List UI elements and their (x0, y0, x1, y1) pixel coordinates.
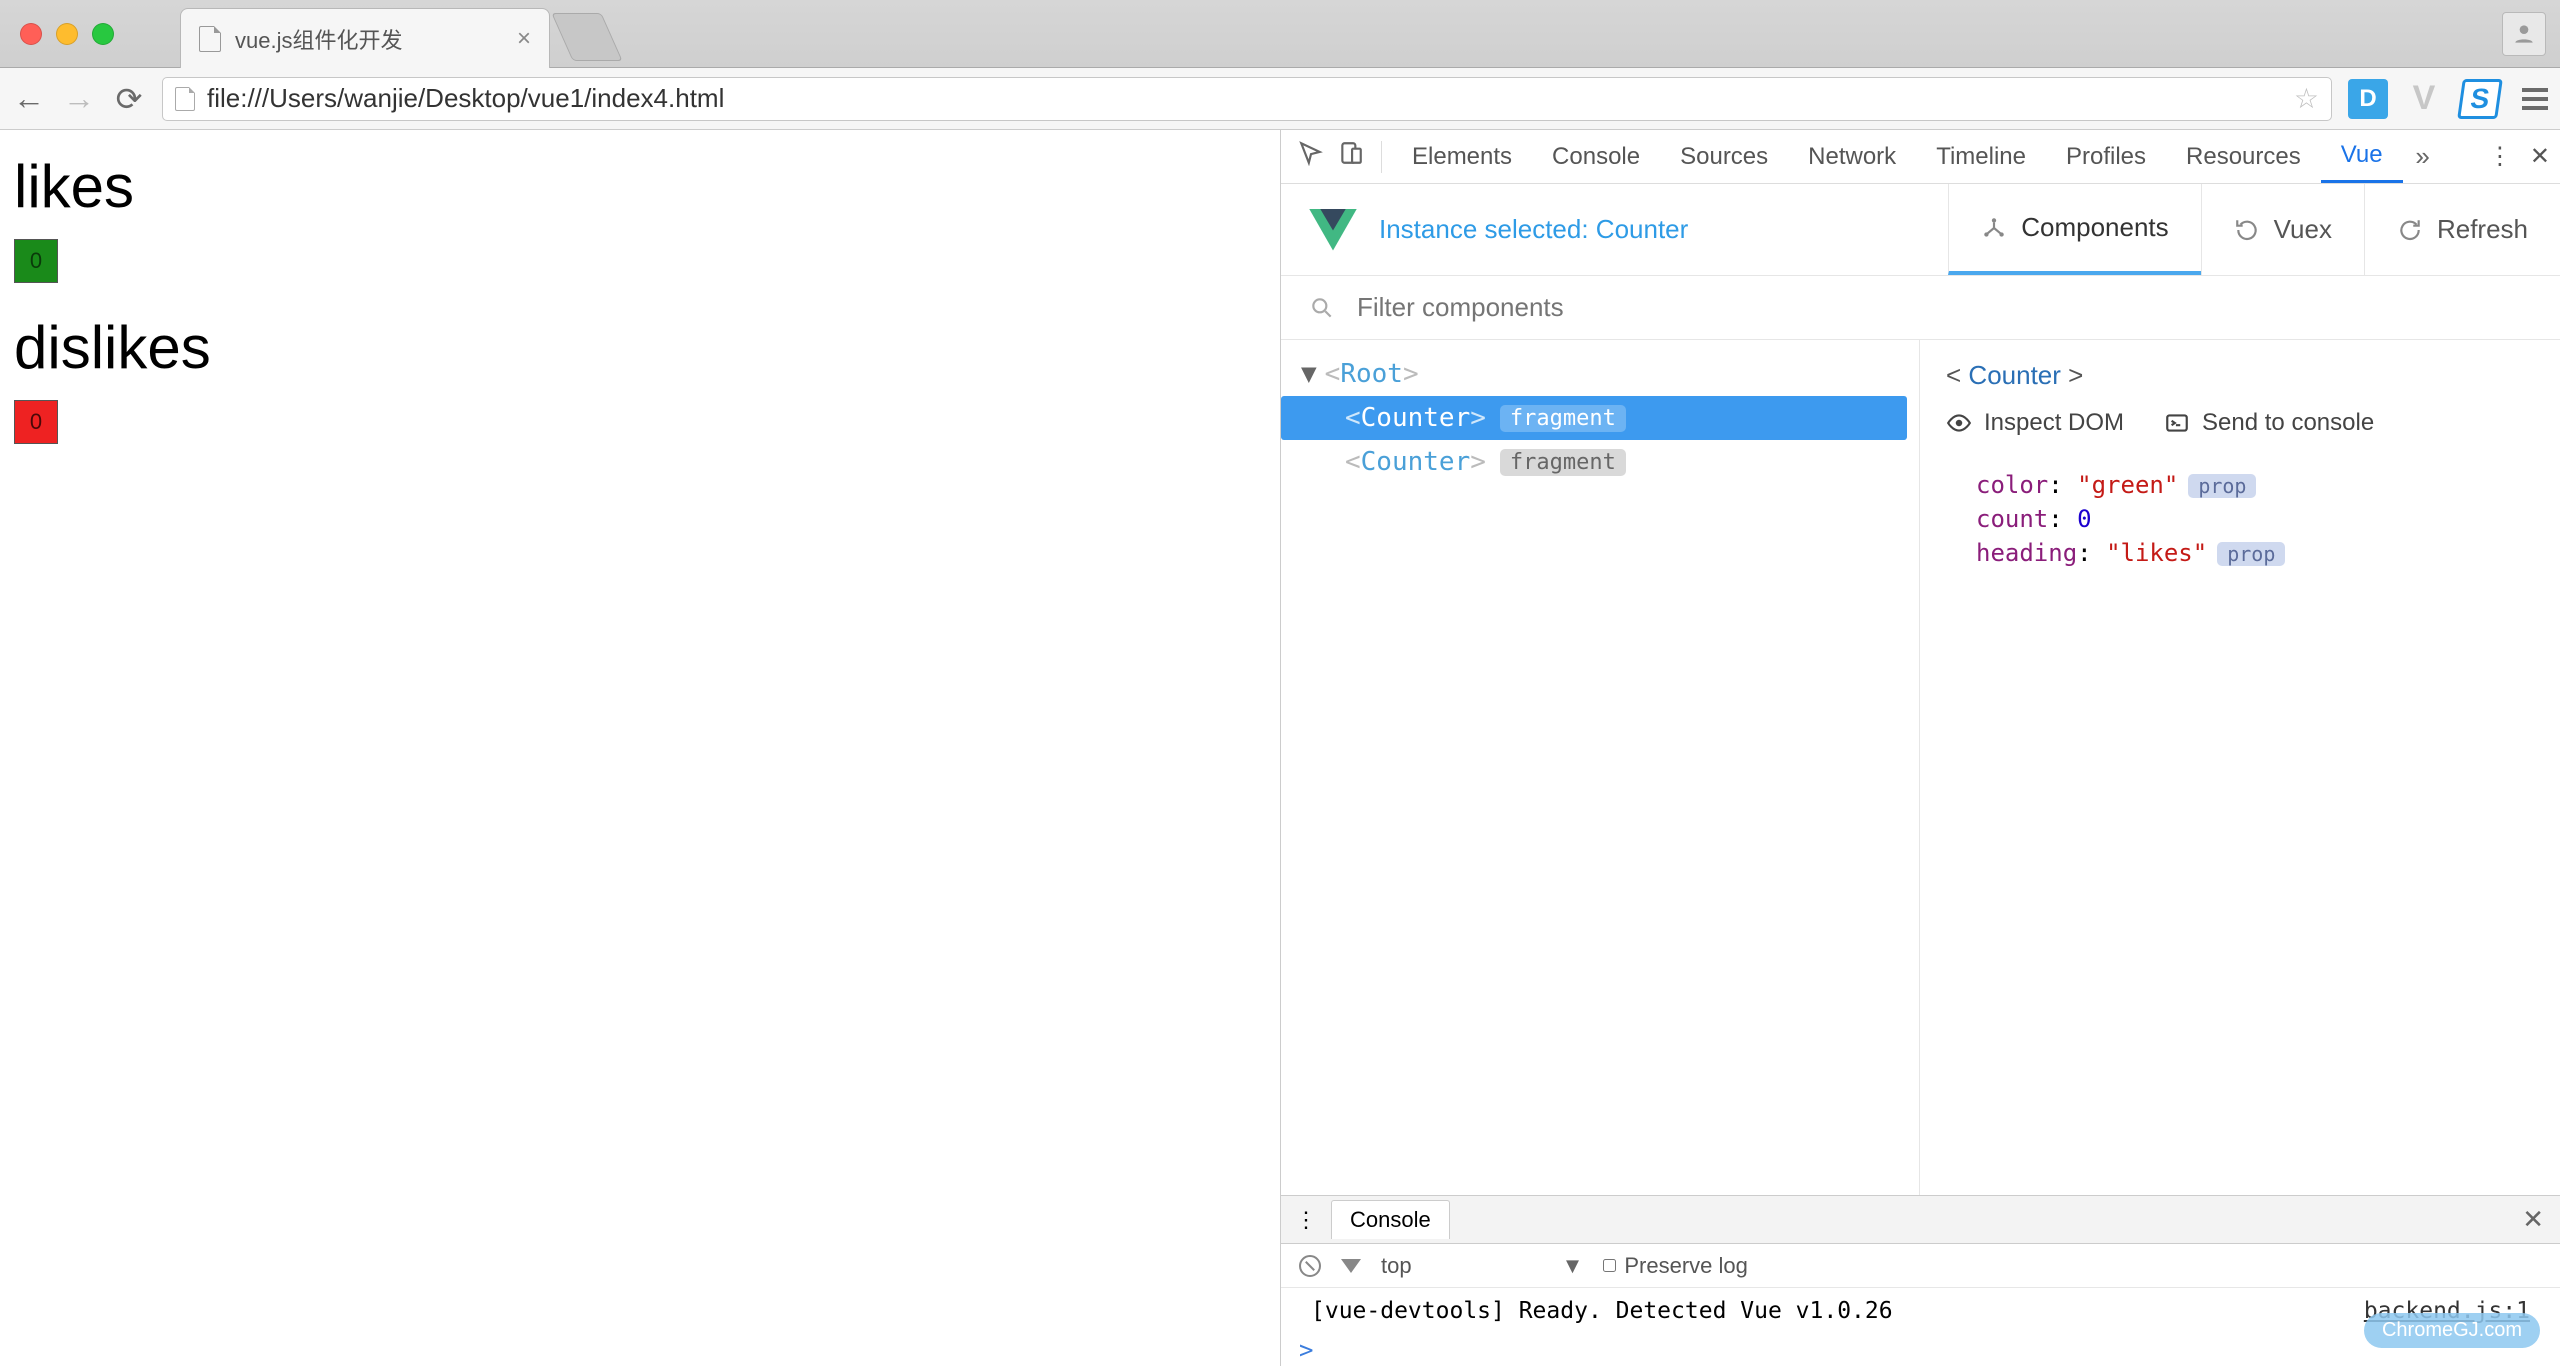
new-tab-button[interactable] (551, 13, 622, 61)
console-icon (2164, 410, 2190, 436)
instance-selected-label: Instance selected: Counter (1379, 214, 1688, 245)
devtools-panel: Elements Console Sources Network Timelin… (1280, 130, 2560, 1366)
close-drawer-button[interactable]: ✕ (2522, 1204, 2544, 1235)
tab-network[interactable]: Network (1788, 130, 1916, 183)
tree-node-counter-2[interactable]: <Counter>fragment (1281, 440, 1919, 484)
close-window-button[interactable] (20, 23, 42, 45)
address-bar[interactable]: ☆ (162, 77, 2332, 121)
browser-tab[interactable]: vue.js组件化开发 × (180, 8, 550, 68)
drawer-tab-console[interactable]: Console (1331, 1200, 1450, 1239)
likes-heading: likes (14, 152, 1266, 221)
prop-heading: heading: "likes"prop (1976, 539, 2534, 567)
vue-tab-vuex[interactable]: Vuex (2201, 184, 2364, 275)
close-devtools-button[interactable]: ✕ (2530, 142, 2550, 171)
tree-root[interactable]: ▼<Root> (1281, 352, 1919, 396)
url-input[interactable] (207, 83, 2282, 114)
prop-color: color: "green"prop (1976, 471, 2534, 499)
send-to-console-button[interactable]: Send to console (2164, 409, 2374, 437)
chevron-down-icon: ▼ (1562, 1253, 1584, 1279)
tab-vue[interactable]: Vue (2321, 130, 2403, 183)
search-icon (1309, 295, 1335, 321)
tree-node-counter-1[interactable]: <Counter>fragment (1281, 396, 1907, 440)
tab-resources[interactable]: Resources (2166, 130, 2321, 183)
props-title: < Counter > (1946, 360, 2534, 391)
bookmark-icon[interactable]: ☆ (2294, 82, 2319, 115)
eye-icon (1946, 410, 1972, 436)
browser-toolbar: ← → ⟳ ☆ D V S (0, 68, 2560, 130)
device-mode-button[interactable] (1331, 140, 1371, 173)
preserve-log-checkbox[interactable]: Preserve log (1603, 1253, 1748, 1279)
vue-tab-components[interactable]: Components (1948, 184, 2200, 275)
user-icon (2511, 21, 2537, 47)
chrome-menu-button[interactable] (2522, 88, 2548, 110)
traffic-lights (20, 23, 114, 45)
vue-toolbar: Instance selected: Counter Components Vu… (1281, 184, 2560, 276)
devtools-tabbar: Elements Console Sources Network Timelin… (1281, 130, 2560, 184)
vue-refresh-button[interactable]: Refresh (2364, 184, 2560, 275)
close-tab-button[interactable]: × (517, 25, 531, 53)
more-tabs-button[interactable]: » (2403, 141, 2443, 172)
tab-elements[interactable]: Elements (1392, 130, 1532, 183)
tab-console[interactable]: Console (1532, 130, 1660, 183)
drawer-menu-button[interactable]: ⋮ (1295, 1207, 1317, 1233)
minimize-window-button[interactable] (56, 23, 78, 45)
maximize-window-button[interactable] (92, 23, 114, 45)
inspect-dom-button[interactable]: Inspect DOM (1946, 409, 2124, 437)
inspect-element-button[interactable] (1291, 140, 1331, 173)
tab-sources[interactable]: Sources (1660, 130, 1788, 183)
devtools-menu-button[interactable]: ⋮ (2488, 142, 2512, 171)
components-icon (1981, 215, 2007, 241)
context-selector[interactable]: top (1381, 1253, 1412, 1279)
extension-s-button[interactable]: S (2457, 79, 2503, 119)
window-titlebar: vue.js组件化开发 × (0, 0, 2560, 68)
file-icon (175, 87, 195, 111)
profile-button[interactable] (2502, 12, 2546, 56)
forward-button[interactable]: → (62, 80, 96, 117)
filter-components-input[interactable] (1357, 292, 2532, 323)
page-content: likes 0 dislikes 0 (0, 130, 1280, 1366)
dislikes-counter[interactable]: 0 (14, 400, 58, 444)
vuex-icon (2234, 217, 2260, 243)
filter-icon[interactable] (1341, 1259, 1361, 1273)
watermark: ChromeGJ.com (2364, 1313, 2540, 1348)
refresh-icon (2397, 217, 2423, 243)
prop-count: count: 0 (1976, 505, 2534, 533)
tab-profiles[interactable]: Profiles (2046, 130, 2166, 183)
extension-d-button[interactable]: D (2348, 79, 2388, 119)
vue-logo-icon (1309, 209, 1357, 251)
props-panel: < Counter > Inspect DOM Send to console … (1920, 340, 2560, 1195)
page-icon (199, 26, 221, 52)
extension-vue-button[interactable]: V (2404, 79, 2444, 119)
tab-title: vue.js组件化开发 (235, 23, 402, 55)
tab-timeline[interactable]: Timeline (1916, 130, 2046, 183)
vue-filter-bar (1281, 276, 2560, 340)
reload-button[interactable]: ⟳ (112, 80, 146, 118)
back-button[interactable]: ← (12, 80, 46, 117)
dislikes-heading: dislikes (14, 313, 1266, 382)
clear-console-button[interactable] (1299, 1255, 1321, 1277)
component-tree: ▼<Root> <Counter>fragment <Counter>fragm… (1281, 340, 1920, 1195)
likes-counter[interactable]: 0 (14, 239, 58, 283)
